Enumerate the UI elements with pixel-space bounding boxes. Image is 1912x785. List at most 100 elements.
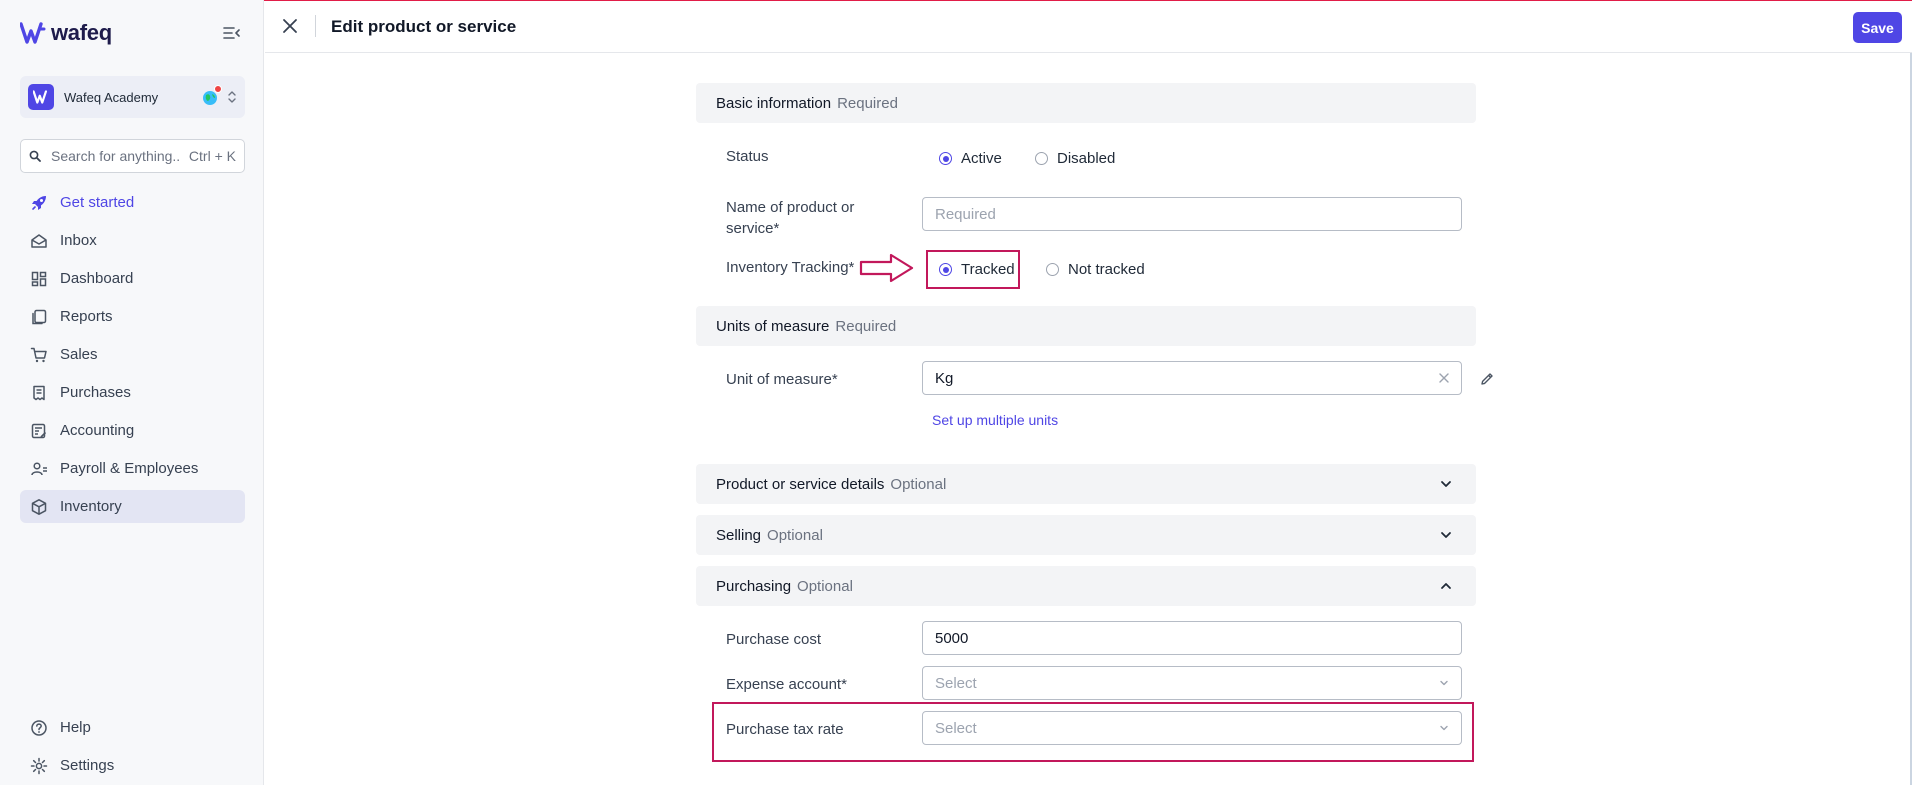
search-icon: [29, 150, 41, 162]
purchase-tax-placeholder: Select: [935, 719, 977, 737]
unit-of-measure-label: Unit of measure*: [726, 371, 838, 388]
purchase-tax-rate-label: Purchase tax rate: [726, 721, 844, 738]
nav-item-get-started[interactable]: Get started: [20, 186, 245, 219]
nav-label: Reports: [60, 308, 113, 325]
chevron-down-icon: [1441, 481, 1451, 487]
nav-item-dashboard[interactable]: Dashboard: [20, 262, 245, 295]
people-icon: [30, 460, 48, 478]
search-placeholder: Search for anything...: [51, 148, 179, 164]
chevron-up-down-icon: [228, 91, 236, 103]
section-purchasing[interactable]: Purchasing Optional: [696, 566, 1476, 606]
section-units-of-measure: Units of measure Required: [696, 306, 1476, 346]
unit-of-measure-select[interactable]: Kg: [922, 361, 1462, 395]
section-title: Basic information: [716, 94, 832, 112]
purchase-cost-input[interactable]: 5000: [922, 621, 1462, 655]
radio-label: Not tracked: [1068, 261, 1145, 278]
notification-dot: [214, 85, 222, 93]
inbox-icon: [30, 232, 48, 250]
nav-item-sales[interactable]: Sales: [20, 338, 245, 371]
nav-label: Inventory: [60, 498, 122, 515]
save-button[interactable]: Save: [1853, 12, 1902, 43]
radio-label: Tracked: [961, 261, 1015, 278]
nav-label: Sales: [60, 346, 98, 363]
unit-of-measure-value: Kg: [935, 369, 954, 387]
dashboard-icon: [30, 270, 48, 288]
ledger-icon: [30, 422, 48, 440]
organization-avatar: [28, 84, 54, 110]
section-basic-information: Basic information Required: [696, 83, 1476, 123]
radio-unchecked-indicator: [1046, 263, 1059, 276]
collapse-sidebar-button[interactable]: [220, 22, 242, 44]
app-name: wafeq: [51, 20, 112, 45]
globe-icon: [201, 85, 222, 106]
tracking-tracked-radio[interactable]: Tracked: [939, 261, 1015, 278]
tracking-not-tracked-radio[interactable]: Not tracked: [1046, 261, 1145, 278]
nav-item-purchases[interactable]: Purchases: [20, 376, 245, 409]
radio-unchecked-indicator: [1035, 152, 1048, 165]
chevron-down-icon: [1441, 532, 1451, 538]
status-label: Status: [726, 148, 769, 165]
box-icon: [30, 498, 48, 516]
status-disabled-radio[interactable]: Disabled: [1035, 150, 1115, 167]
help-icon: [30, 719, 48, 737]
section-subtitle: Optional: [797, 577, 853, 595]
section-selling[interactable]: Selling Optional: [696, 515, 1476, 555]
chevron-down-icon: [1440, 725, 1448, 731]
radio-label: Disabled: [1057, 150, 1116, 167]
nav-item-settings[interactable]: Settings: [20, 749, 245, 782]
nav-label: Help: [60, 719, 91, 736]
purchase-cost-value: 5000: [935, 629, 969, 647]
section-subtitle: Required: [837, 94, 898, 112]
nav-label: Get started: [60, 194, 135, 211]
search-input[interactable]: Search for anything... Ctrl + K: [20, 139, 245, 173]
section-subtitle: Optional: [767, 526, 823, 544]
section-subtitle: Optional: [890, 475, 947, 493]
nav-item-reports[interactable]: Reports: [20, 300, 245, 333]
purchase-tax-rate-select[interactable]: Select: [922, 711, 1462, 745]
section-title: Product or service details: [716, 475, 885, 493]
setup-multiple-units-link[interactable]: Set up multiple units: [932, 412, 1058, 428]
nav-label: Accounting: [60, 422, 135, 439]
close-icon: [283, 19, 297, 33]
cart-icon: [30, 346, 48, 364]
wafeq-logo-icon: [20, 22, 46, 44]
reports-icon: [30, 308, 48, 326]
nav-label: Payroll & Employees: [60, 460, 199, 477]
name-placeholder: Required: [935, 205, 996, 223]
nav-item-accounting[interactable]: Accounting: [20, 414, 245, 447]
edit-pencil-icon[interactable]: [1479, 371, 1495, 387]
status-active-radio[interactable]: Active: [939, 150, 1002, 167]
nav-item-payroll[interactable]: Payroll & Employees: [20, 452, 245, 485]
bottom-nav: Help Settings: [20, 711, 245, 785]
nav-label: Inbox: [60, 232, 97, 249]
wafeq-logo-icon: [33, 90, 48, 104]
section-title: Units of measure: [716, 317, 830, 335]
collapse-sidebar-icon: [223, 27, 240, 39]
nav-item-inbox[interactable]: Inbox: [20, 224, 245, 257]
search-shortcut: Ctrl + K: [188, 148, 236, 164]
clear-icon[interactable]: [1437, 371, 1451, 385]
expense-account-select[interactable]: Select: [922, 666, 1462, 700]
section-product-details[interactable]: Product or service details Optional: [696, 464, 1476, 504]
rocket-icon: [30, 194, 48, 212]
receipt-icon: [30, 384, 48, 402]
nav-item-inventory[interactable]: Inventory: [20, 490, 245, 523]
expense-account-label: Expense account*: [726, 676, 847, 693]
section-title: Purchasing: [716, 577, 792, 595]
name-input[interactable]: Required: [922, 197, 1462, 231]
inventory-tracking-label: Inventory Tracking*: [726, 259, 855, 276]
app-logo[interactable]: wafeq: [20, 18, 112, 48]
name-label: Name of product or service*: [726, 199, 855, 237]
chevron-up-icon: [1441, 583, 1451, 589]
header-divider: [315, 15, 316, 37]
arrow-right-icon: [859, 253, 914, 283]
purchase-cost-label: Purchase cost: [726, 631, 822, 648]
close-button[interactable]: [279, 15, 301, 37]
section-subtitle: Required: [835, 317, 897, 335]
sidebar: wafeq Wafeq Academy Search for anything.…: [0, 0, 264, 785]
nav-label: Dashboard: [60, 270, 134, 287]
organization-switcher[interactable]: Wafeq Academy: [20, 76, 245, 118]
main-nav: Get started Inbox Dashboard Reports Sale…: [20, 186, 245, 528]
nav-item-help[interactable]: Help: [20, 711, 245, 744]
expense-account-placeholder: Select: [935, 674, 977, 692]
